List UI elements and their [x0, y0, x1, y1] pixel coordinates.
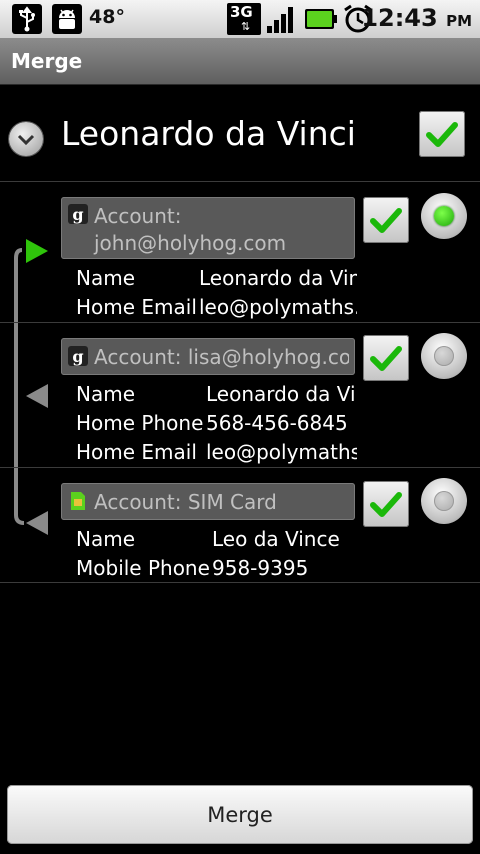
account-label: Account: SIM Card [94, 490, 277, 514]
divider [0, 582, 480, 583]
3g-data-icon: 3G ⇅ [227, 3, 261, 35]
field-label: Home Email [76, 295, 197, 319]
chevron-down-icon [17, 134, 35, 146]
page-title: Merge [11, 49, 83, 73]
contact-checkbox[interactable] [419, 111, 465, 157]
google-icon: g [68, 346, 88, 366]
field-value: leo@polymaths.c [206, 440, 357, 464]
account-label-box: g Account: lisa@holyhog.com [61, 338, 355, 375]
account-label-box: g Account: john@holyhog.com [61, 197, 355, 259]
primary-radio-button[interactable] [421, 478, 467, 524]
field-row: Home Email leo@polymaths.c [76, 295, 357, 323]
checkmark-icon [370, 492, 402, 517]
radio-unselected-dot [434, 346, 454, 366]
field-label: Name [76, 266, 136, 290]
svg-text:g: g [72, 347, 83, 366]
field-label: Home Phone [76, 411, 204, 435]
account-label-box: Account: SIM Card [61, 483, 355, 520]
checkmark-icon [370, 346, 402, 371]
account-row[interactable]: Account: SIM Card Name Leo da Vince Mobi… [0, 468, 480, 582]
primary-radio-button[interactable] [421, 333, 467, 379]
google-icon: g [68, 204, 88, 224]
signal-icon [267, 7, 293, 33]
checkmark-icon [370, 208, 402, 233]
radio-unselected-dot [434, 491, 454, 511]
account-row[interactable]: g Account: lisa@holyhog.com Name Leonard… [0, 323, 480, 467]
field-label: Home Email [76, 440, 197, 464]
field-row: Mobile Phone 958-9395 [76, 556, 357, 584]
clock-time: 12:43 [361, 4, 438, 32]
account-label: Account: john@holyhog.com [94, 204, 287, 255]
field-label: Mobile Phone [76, 556, 210, 580]
field-value: Leonardo da Vinc [199, 266, 357, 290]
radio-selected-dot [434, 206, 454, 226]
contact-header: Leonardo da Vinci [0, 84, 480, 182]
account-row[interactable]: g Account: john@holyhog.com Name Leonard… [0, 182, 480, 322]
status-bar: 48° 3G ⇅ 12:43 PM [0, 0, 480, 38]
field-row: Home Phone 568-456-6845 [76, 411, 357, 439]
field-value: 568-456-6845 [206, 411, 348, 435]
account-checkbox[interactable] [363, 481, 409, 527]
account-checkbox[interactable] [363, 197, 409, 243]
title-bar: Merge [0, 38, 480, 85]
svg-text:g: g [72, 205, 83, 224]
field-row: Name Leo da Vince [76, 527, 357, 555]
field-label: Name [76, 527, 136, 551]
field-row: Home Email leo@polymaths.c [76, 440, 357, 468]
expand-collapse-button[interactable] [9, 122, 43, 156]
clock-ampm: PM [446, 12, 472, 30]
field-value: 958-9395 [212, 556, 309, 580]
field-value: Leonardo da Vin [206, 382, 357, 406]
clock: 12:43 PM [361, 4, 472, 32]
android-debug-icon [52, 4, 82, 34]
merge-button[interactable]: Merge [7, 785, 473, 844]
usb-icon [12, 4, 42, 34]
field-row: Name Leonardo da Vin [76, 382, 357, 410]
primary-radio-button[interactable] [421, 193, 467, 239]
field-value: leo@polymaths.c [199, 295, 357, 319]
battery-icon [305, 9, 337, 29]
contact-name: Leonardo da Vinci [61, 114, 356, 153]
field-value: Leo da Vince [212, 527, 340, 551]
temperature-text: 48° [89, 6, 125, 28]
network-type-text: 3G [230, 3, 253, 21]
account-label: Account: lisa@holyhog.com [94, 345, 349, 369]
checkmark-icon [426, 122, 458, 147]
sim-card-icon [71, 492, 85, 510]
account-checkbox[interactable] [363, 335, 409, 381]
field-row: Name Leonardo da Vinc [76, 266, 357, 294]
field-label: Name [76, 382, 136, 406]
